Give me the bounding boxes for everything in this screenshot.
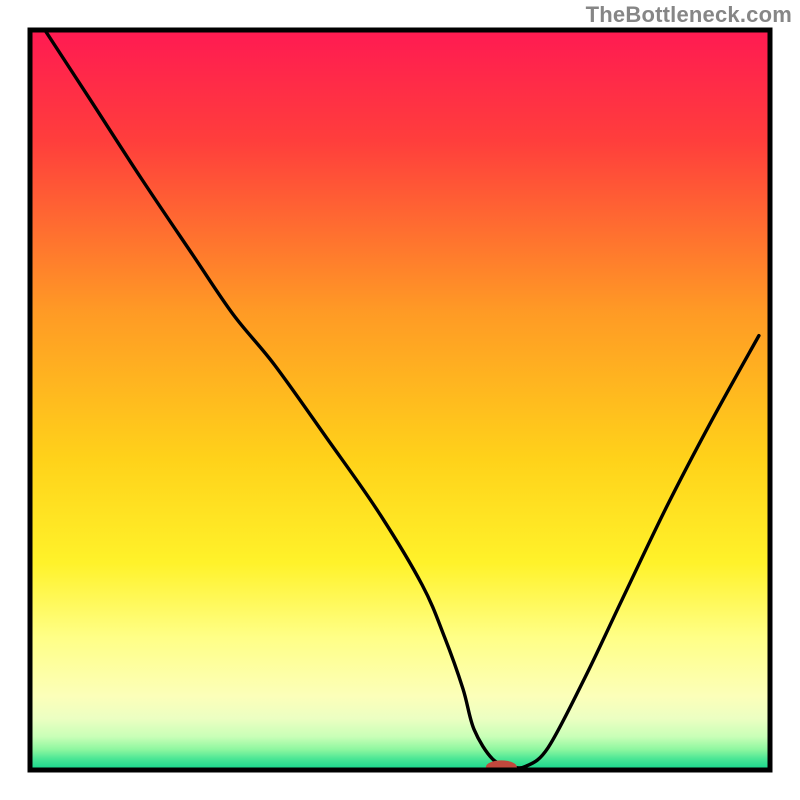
watermark-text: TheBottleneck.com [586, 2, 792, 28]
plot-area [30, 30, 770, 774]
plot-background [30, 30, 770, 770]
bottleneck-chart [0, 0, 800, 800]
